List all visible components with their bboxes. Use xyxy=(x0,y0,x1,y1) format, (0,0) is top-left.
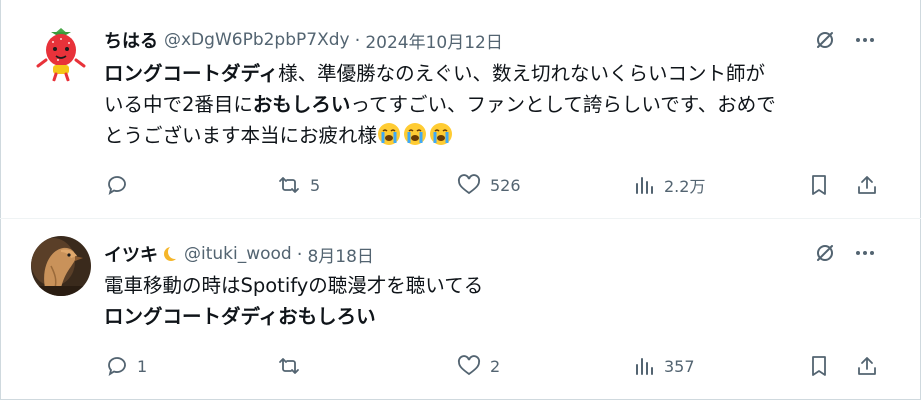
repost-button[interactable] xyxy=(276,351,310,381)
avatar[interactable] xyxy=(31,22,91,82)
bookmark-button[interactable] xyxy=(807,170,831,200)
avatar[interactable] xyxy=(31,236,91,296)
loudly-crying-face-icon xyxy=(404,123,427,145)
separator: · xyxy=(354,29,361,51)
handle[interactable]: @xDgW6Pb2pbP7Xdy xyxy=(164,30,350,50)
grok-icon[interactable] xyxy=(811,26,839,54)
reply-count: 1 xyxy=(137,356,148,376)
view-count: 2.2万 xyxy=(664,177,706,196)
handle[interactable]: @ituki_wood xyxy=(184,244,292,264)
view-count: 357 xyxy=(664,356,695,376)
views-icon xyxy=(636,358,653,375)
timestamp[interactable]: 8月18日 xyxy=(307,242,373,267)
views-button[interactable]: 2.2万 xyxy=(632,170,705,200)
views-button[interactable]: 357 xyxy=(632,351,695,381)
text-segment: 電車移動の時はSpotifyの聴漫才を聴いてる xyxy=(104,274,484,297)
repost-count: 5 xyxy=(310,175,321,195)
repost-icon xyxy=(279,177,299,193)
text-bold: ロングコートダディおもしろい xyxy=(104,305,376,328)
like-count: 2 xyxy=(490,356,501,376)
repost-icon xyxy=(279,358,299,374)
text-segment: いる中で2番目に xyxy=(104,93,253,116)
reply-button[interactable]: 1 xyxy=(105,351,147,381)
reply-icon xyxy=(108,357,126,376)
repost-button[interactable]: 5 xyxy=(276,170,320,200)
action-bar: 1 2 357 xyxy=(0,351,921,381)
text-segment: とうございます本当にお疲れ様 xyxy=(104,124,378,147)
loudly-crying-face-icon xyxy=(430,123,453,145)
loudly-crying-face-icon xyxy=(378,123,401,145)
like-button[interactable]: 2 xyxy=(456,351,500,381)
grok-icon[interactable] xyxy=(811,239,839,267)
like-button[interactable]: 526 xyxy=(456,170,521,200)
bookmark-button[interactable] xyxy=(807,351,831,381)
display-name[interactable]: ちはる xyxy=(104,27,158,53)
separator: · xyxy=(296,243,303,265)
text-segment: 様、準優勝なのえぐい、数え切れないくらいコント師が xyxy=(278,62,766,85)
bookmark-icon xyxy=(812,175,826,195)
like-icon xyxy=(457,355,481,376)
reply-button[interactable] xyxy=(105,170,137,200)
wooden-bird-icon xyxy=(31,236,91,296)
views-icon xyxy=(636,177,653,194)
tweet-text: ロングコートダディ様、準優勝なのえぐい、数え切れないくらいコント師が いる中で2… xyxy=(104,58,894,151)
share-button[interactable] xyxy=(855,351,879,381)
bookmark-icon xyxy=(812,356,826,376)
like-icon xyxy=(457,174,481,195)
action-bar: 5 526 2.2万 xyxy=(0,170,921,200)
timestamp[interactable]: 2024年10月12日 xyxy=(365,28,503,53)
tweet[interactable]: イツキ @ituki_wood · 8月18日 電車移動の時はSpotifyの聴… xyxy=(0,219,921,400)
tweet[interactable]: ちはる @xDgW6Pb2pbP7Xdy · 2024年10月12日 ロングコー… xyxy=(0,0,921,219)
reply-icon xyxy=(108,176,126,195)
tweet-text: 電車移動の時はSpotifyの聴漫才を聴いてる ロングコートダディおもしろい xyxy=(104,270,894,332)
tweet-header: ちはる @xDgW6Pb2pbP7Xdy · 2024年10月12日 xyxy=(104,27,503,53)
share-button[interactable] xyxy=(855,170,879,200)
more-icon[interactable] xyxy=(851,239,879,267)
text-bold: おもしろい xyxy=(252,93,351,116)
share-icon xyxy=(858,176,876,194)
text-segment: ってすごい、ファンとして誇らしいです、おめで xyxy=(350,93,776,116)
more-icon[interactable] xyxy=(851,26,879,54)
tweet-header: イツキ @ituki_wood · 8月18日 xyxy=(104,241,374,267)
crescent-moon-icon xyxy=(168,245,182,259)
text-bold: ロングコートダディ xyxy=(104,62,279,85)
strawberry-character-icon xyxy=(31,22,91,82)
share-icon xyxy=(858,357,876,375)
like-count: 526 xyxy=(490,175,521,195)
display-name[interactable]: イツキ xyxy=(104,241,158,267)
